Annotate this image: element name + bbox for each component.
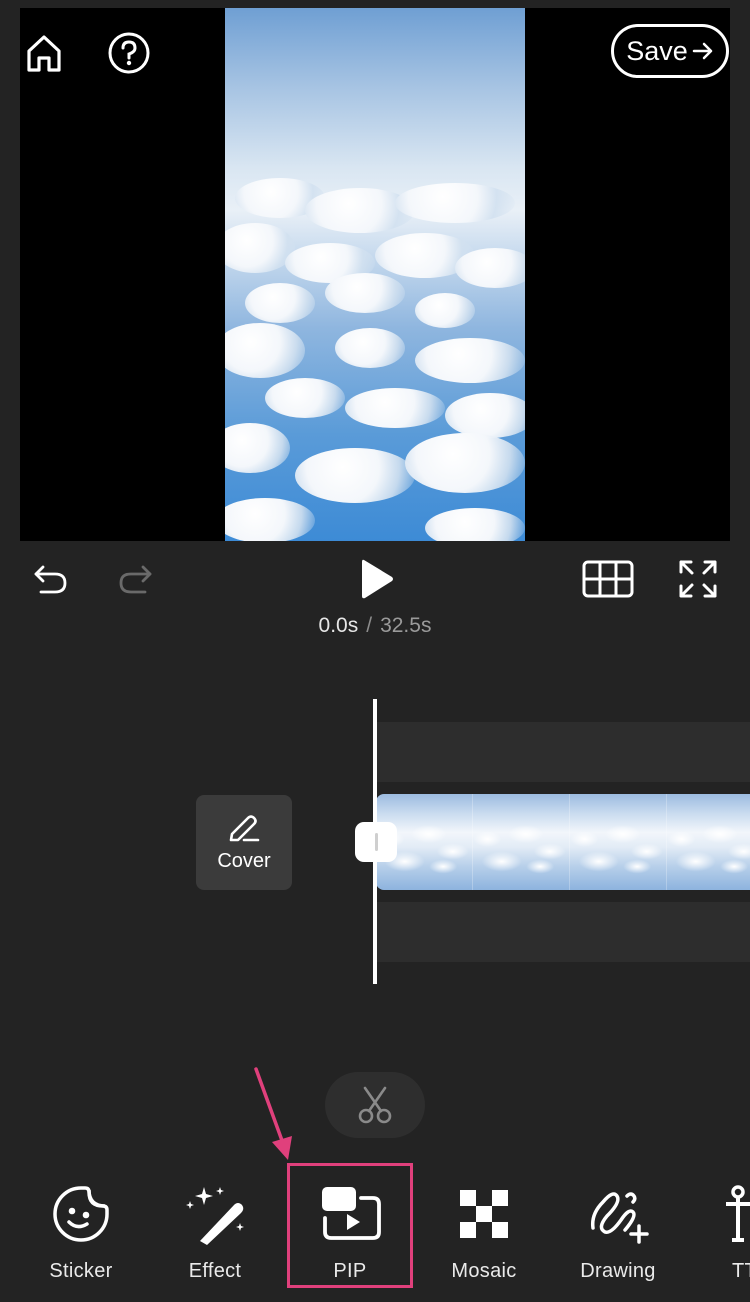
save-button[interactable]: Save	[611, 24, 729, 78]
toolbar-item-mosaic[interactable]: Mosaic	[417, 1170, 551, 1290]
time-display: 0.0s / 32.5s	[0, 614, 750, 638]
pip-highlight-box	[287, 1163, 413, 1288]
total-time: 32.5s	[380, 614, 432, 637]
mosaic-icon	[460, 1190, 508, 1238]
grid-button[interactable]	[580, 556, 636, 602]
time-separator: /	[366, 614, 373, 637]
sticker-icon	[53, 1186, 109, 1242]
video-clip-strip[interactable]	[376, 794, 750, 890]
undo-icon	[34, 565, 67, 594]
clip-trim-handle[interactable]	[355, 822, 397, 862]
toolbar-item-text[interactable]: TT	[686, 1170, 750, 1290]
current-time: 0.0s	[318, 614, 359, 637]
clip-thumbnail	[667, 794, 750, 890]
help-icon	[108, 32, 150, 74]
help-button[interactable]	[106, 30, 152, 76]
toolbar-item-drawing[interactable]: Drawing	[551, 1170, 685, 1290]
cover-button[interactable]: Cover	[196, 795, 292, 890]
fullscreen-icon	[679, 560, 717, 598]
pencil-icon	[229, 815, 260, 842]
toolbar-item-sticker[interactable]: Sticker	[14, 1170, 148, 1290]
video-preview[interactable]: Save	[20, 8, 730, 541]
undo-button[interactable]	[28, 556, 74, 602]
video-editor: Save 0.0s / 32.5s Cover Sticker Effect P…	[0, 0, 750, 1302]
text-icon	[726, 1185, 750, 1242]
play-icon	[362, 559, 393, 599]
track-lower[interactable]	[376, 902, 750, 962]
redo-button[interactable]	[112, 556, 158, 602]
home-icon	[27, 35, 61, 72]
arrow-right-icon	[692, 42, 713, 60]
drawing-icon	[590, 1192, 649, 1244]
annotation-arrow	[254, 1067, 292, 1160]
home-button[interactable]	[21, 30, 67, 76]
clip-thumbnail	[570, 794, 667, 890]
toolbar-item-effect[interactable]: Effect	[148, 1170, 282, 1290]
toolbar-label-text: TT	[732, 1260, 750, 1282]
redo-icon	[119, 565, 152, 594]
toolbar-label-mosaic: Mosaic	[451, 1260, 517, 1282]
split-button[interactable]	[325, 1072, 425, 1138]
toolbar-label-drawing: Drawing	[580, 1260, 656, 1282]
video-frame	[225, 8, 525, 541]
scissors-icon	[358, 1086, 392, 1124]
magic-wand-icon	[186, 1187, 244, 1245]
track-upper[interactable]	[376, 722, 750, 782]
cover-label: Cover	[217, 850, 271, 872]
toolbar-label-effect: Effect	[188, 1260, 242, 1282]
save-label: Save	[626, 35, 688, 66]
grid-icon	[582, 560, 634, 598]
toolbar-label-sticker: Sticker	[49, 1260, 113, 1282]
clip-thumbnail	[473, 794, 570, 890]
fullscreen-button[interactable]	[673, 554, 723, 604]
play-button[interactable]	[350, 553, 402, 605]
